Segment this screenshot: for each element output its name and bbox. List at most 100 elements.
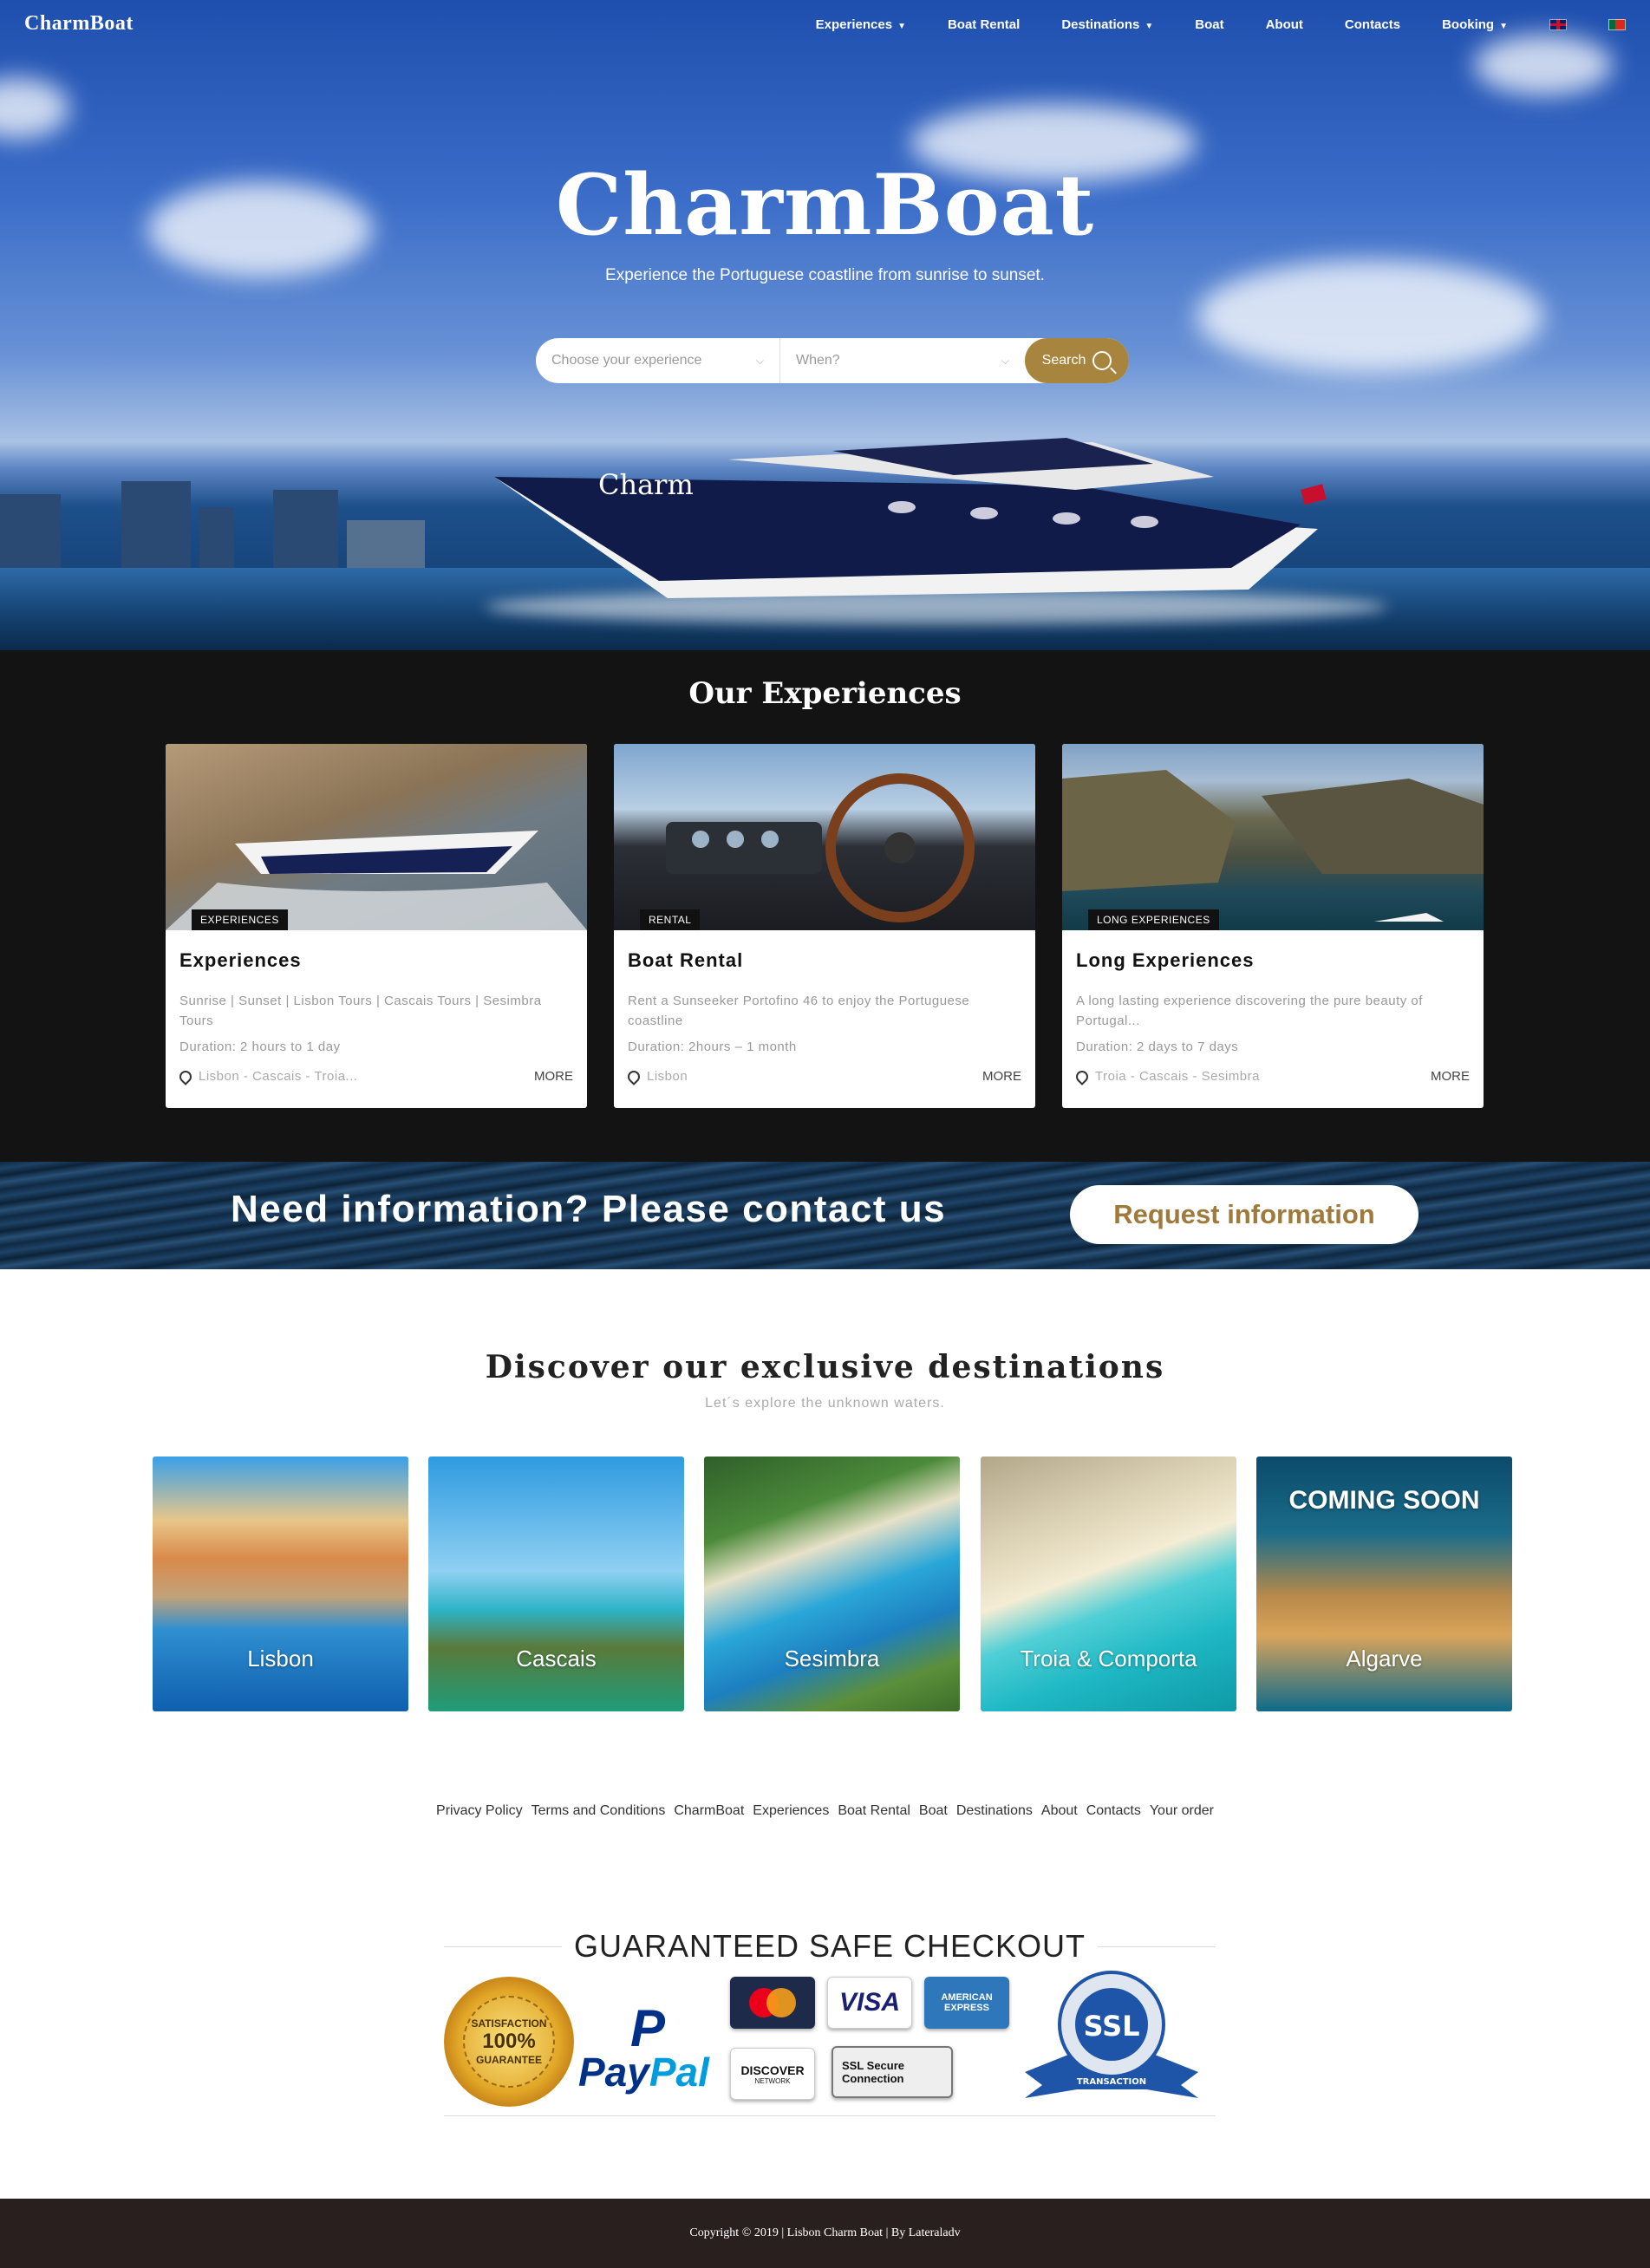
nav-destinations-label: Destinations [1061, 17, 1140, 32]
more-link[interactable]: MORE [982, 1069, 1021, 1084]
footer-link-contacts[interactable]: Contacts [1086, 1803, 1141, 1819]
card-footer: Lisbon MORE [625, 1067, 1021, 1085]
chevron-down-icon: ⌵ [1001, 354, 1009, 367]
cloud-shape [0, 78, 69, 139]
search-bar: Choose your experience ⌵ When? ⌵ Search [536, 338, 1129, 383]
request-information-button[interactable]: Request information [1070, 1185, 1418, 1244]
card-duration: Duration: 2 hours to 1 day [179, 1040, 341, 1054]
nav-destinations[interactable]: Destinations ▼ [1061, 17, 1153, 32]
card-title[interactable]: Boat Rental [628, 949, 1021, 972]
experience-select[interactable]: Choose your experience ⌵ [536, 338, 780, 383]
date-select-placeholder: When? [796, 353, 840, 368]
nav-booking[interactable]: Booking ▼ [1442, 17, 1508, 32]
yacht-illustration: Charm [494, 438, 1327, 598]
card-title[interactable]: Experiences [179, 949, 573, 972]
destination-lisbon[interactable]: Lisbon [153, 1457, 408, 1711]
footer-link-experiences[interactable]: Experiences [753, 1803, 829, 1819]
card-tag: EXPERIENCES [192, 909, 288, 930]
card-duration: Duration: 2hours – 1 month [628, 1040, 797, 1054]
ssl-secure-transaction-seal: SSL TRANSACTION [1025, 1971, 1198, 2098]
checkout-title-text: GUARANTEED SAFE CHECKOUT [561, 1928, 1099, 1964]
destinations-subtitle: Let´s explore the unknown waters. [705, 1396, 945, 1411]
more-link[interactable]: MORE [1431, 1069, 1470, 1084]
destination-algarve[interactable]: COMING SOON Algarve [1256, 1457, 1512, 1711]
footer-links: Privacy Policy Terms and Conditions Char… [0, 1803, 1650, 1819]
more-link[interactable]: MORE [534, 1069, 573, 1084]
destination-sesimbra[interactable]: Sesimbra [704, 1457, 960, 1711]
hero-subtitle: Experience the Portuguese coastline from… [605, 266, 1045, 284]
nav-boat[interactable]: Boat [1195, 17, 1223, 32]
card-title[interactable]: Long Experiences [1076, 949, 1470, 972]
date-select[interactable]: When? ⌵ [780, 338, 1025, 383]
footer-link-privacy-policy[interactable]: Privacy Policy [436, 1803, 523, 1819]
footer-link-destinations[interactable]: Destinations [956, 1803, 1033, 1819]
search-button[interactable]: Search [1025, 338, 1129, 383]
mastercard-orange-circle [766, 1988, 796, 2017]
divider [444, 2115, 1216, 2116]
experience-card-image: RENTAL [614, 744, 1035, 930]
paypal-wordmark: PayPal [578, 2049, 709, 2095]
footer-link-boat-rental[interactable]: Boat Rental [838, 1803, 910, 1819]
nav-contacts[interactable]: Contacts [1345, 17, 1400, 32]
speedboat-illustration [166, 831, 587, 930]
site-logo[interactable]: CharmBoat [24, 12, 134, 36]
destination-cascais[interactable]: Cascais [428, 1457, 684, 1711]
safe-checkout-badges: GUARANTEED SAFE CHECKOUT SATISFACTION 10… [444, 1920, 1216, 2118]
map-pin-icon [1073, 1067, 1091, 1085]
mastercard-logo [730, 1977, 815, 2029]
uk-flag-icon[interactable] [1549, 19, 1567, 30]
cliffs-illustration [1062, 770, 1484, 922]
visa-logo: VISA [827, 1977, 912, 2029]
card-body: Experiences Sunrise | Sunset | Lisbon To… [166, 930, 587, 1108]
card-location: Lisbon - Cascais - Troia... [177, 1067, 358, 1085]
paypal-pay: Pay [578, 2050, 649, 2095]
discover-logo: DISCOVER NETWORK [730, 2048, 815, 2100]
hero-title: CharmBoat [555, 156, 1095, 254]
nav-boat-rental[interactable]: Boat Rental [948, 17, 1020, 32]
card-location: Lisbon [625, 1067, 688, 1085]
main-menu: Experiences ▼ Boat Rental Destinations ▼ B… [816, 17, 1626, 32]
footer-link-terms[interactable]: Terms and Conditions [532, 1803, 666, 1819]
copyright-text: Copyright © 2019 | Lisbon Charm Boat | B… [689, 2226, 961, 2239]
nav-about-label: About [1265, 17, 1303, 32]
destination-label: Cascais [516, 1646, 597, 1672]
seal-inner: SATISFACTION 100% GUARANTEE [463, 1996, 555, 2088]
coming-soon-badge: COMING SOON [1288, 1486, 1480, 1515]
hero-section: Charm CharmBoat Experiences ▼ Boat Rental… [0, 0, 1650, 650]
footer-link-boat[interactable]: Boat [919, 1803, 948, 1819]
footer-link-your-order[interactable]: Your order [1150, 1803, 1214, 1819]
nav-experiences-label: Experiences [815, 17, 893, 32]
seal-percent: 100% [482, 2030, 536, 2053]
ssl-secure-connection-badge: SSL Secure Connection [832, 2046, 953, 2098]
destination-label: Troia & Comporta [1020, 1646, 1197, 1672]
map-pin-icon [177, 1067, 194, 1085]
nav-about[interactable]: About [1266, 17, 1303, 32]
experience-card-image: LONG EXPERIENCES [1062, 744, 1484, 930]
card-location-text: Lisbon - Cascais - Troia... [199, 1069, 358, 1084]
experiences-title: Our Experiences [688, 676, 962, 711]
nav-experiences[interactable]: Experiences ▼ [816, 17, 906, 32]
destinations-title: Discover our exclusive destinations [485, 1349, 1165, 1385]
nav-booking-label: Booking [1442, 17, 1495, 32]
map-pin-icon [625, 1067, 642, 1085]
destination-label: Algarve [1346, 1646, 1423, 1672]
experience-card[interactable]: LONG EXPERIENCES Long Experiences A long… [1062, 744, 1484, 1108]
experience-card[interactable]: RENTAL Boat Rental Rent a Sunseeker Port… [614, 744, 1035, 1108]
discover-text: DISCOVER [740, 2063, 805, 2077]
card-location: Troia - Cascais - Sesimbra [1073, 1067, 1260, 1085]
pt-flag-icon[interactable] [1608, 19, 1626, 30]
caret-down-icon: ▼ [897, 22, 906, 31]
experience-card[interactable]: EXPERIENCES Experiences Sunrise | Sunset… [166, 744, 587, 1108]
nav-boat-label: Boat [1195, 17, 1224, 32]
ssl-ribbon-text: TRANSACTION [1077, 2077, 1146, 2087]
destination-troia-comporta[interactable]: Troia & Comporta [981, 1457, 1236, 1711]
footer-link-charmboat[interactable]: CharmBoat [674, 1803, 744, 1819]
copyright-footer: Copyright © 2019 | Lisbon Charm Boat | B… [0, 2199, 1650, 2268]
nav-contacts-label: Contacts [1344, 17, 1401, 32]
discover-sub-text: NETWORK [754, 2076, 791, 2085]
card-description: Sunrise | Sunset | Lisbon Tours | Cascai… [179, 994, 542, 1028]
footer-link-about[interactable]: About [1041, 1803, 1078, 1819]
amex-logo: AMERICAN EXPRESS [924, 1977, 1009, 2029]
experience-card-image: EXPERIENCES [166, 744, 587, 930]
card-location-text: Lisbon [647, 1069, 688, 1084]
